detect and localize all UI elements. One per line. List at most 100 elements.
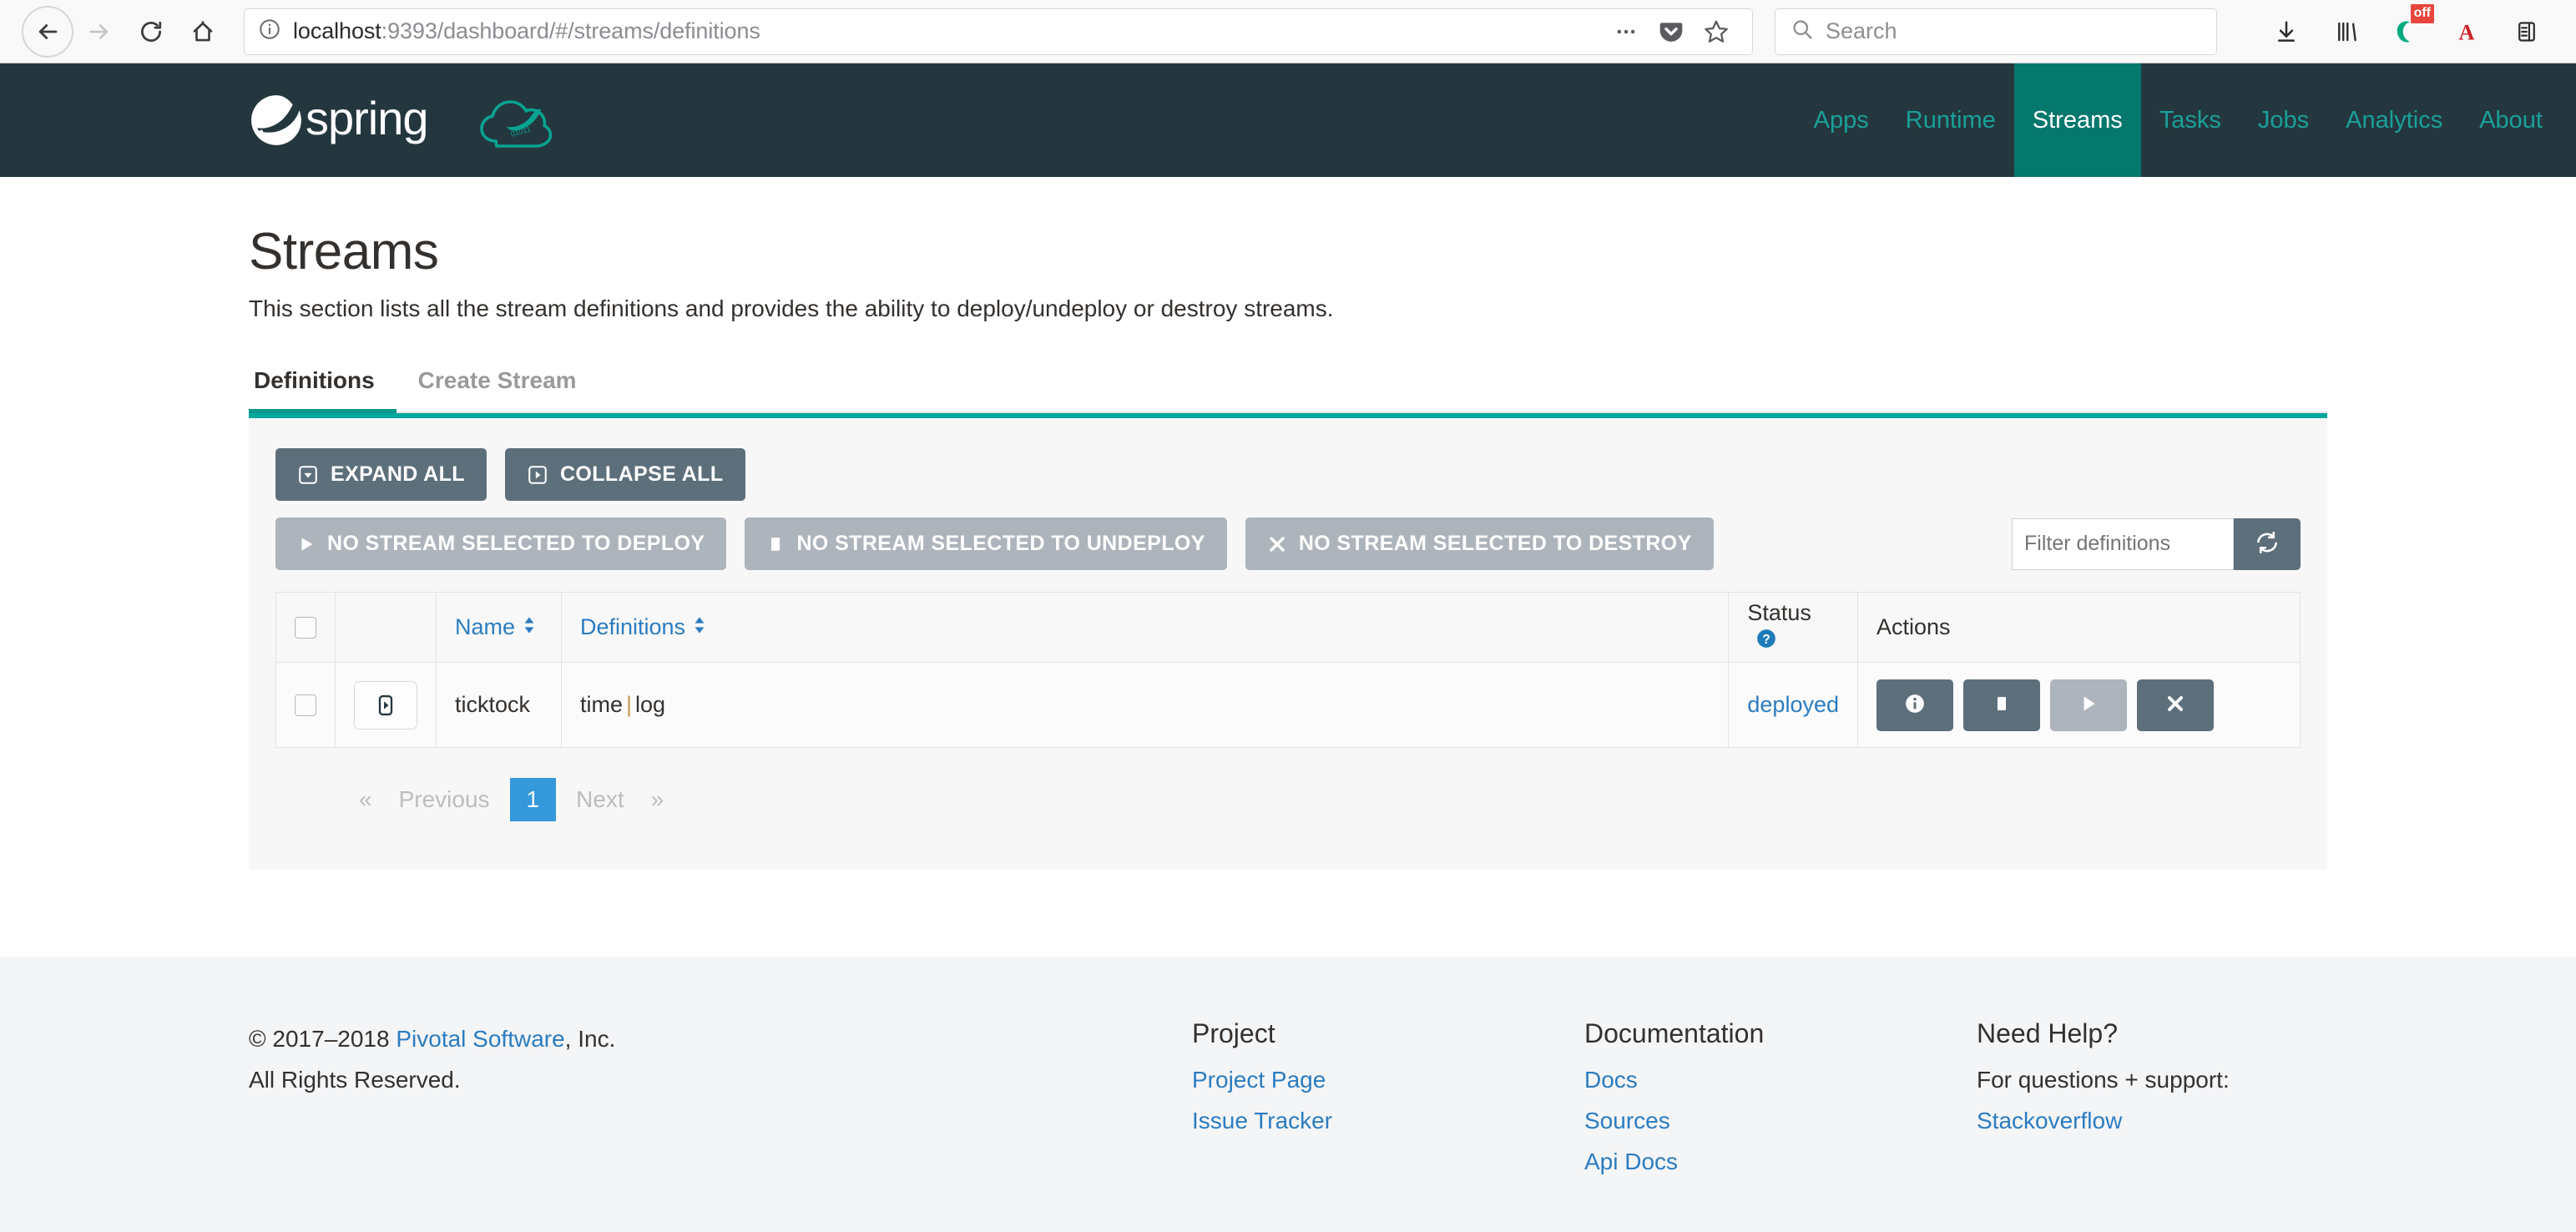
browser-toolbar: localhost:9393/dashboard/#/streams/defin… — [0, 0, 2576, 63]
caret-square-down-icon — [297, 464, 319, 486]
site-info-icon[interactable] — [258, 18, 281, 45]
forward-button[interactable] — [73, 6, 125, 58]
select-all-checkbox[interactable] — [295, 616, 316, 639]
spring-logo[interactable]: spring 01011 — [249, 63, 561, 177]
reader-sidebar-icon[interactable] — [2508, 9, 2546, 54]
library-icon[interactable] — [2327, 9, 2366, 54]
primary-navigation: Apps Runtime Streams Tasks Jobs Analytic… — [1796, 63, 2576, 177]
pagination-first[interactable]: « — [346, 778, 386, 821]
search-icon — [1791, 18, 1814, 45]
footer-link-api-docs[interactable]: Api Docs — [1584, 1141, 1977, 1182]
play-icon — [2078, 693, 2099, 717]
row-status-cell: deployed — [1728, 662, 1858, 749]
url-text: localhost:9393/dashboard/#/streams/defin… — [293, 18, 1604, 44]
filter-definitions-input[interactable] — [2012, 518, 2234, 570]
search-bar[interactable]: Search — [1775, 8, 2217, 55]
pagination-previous[interactable]: Previous — [386, 778, 503, 821]
nav-item-apps[interactable]: Apps — [1796, 63, 1887, 177]
pagination-last[interactable]: » — [638, 778, 678, 821]
copyright-suffix: , Inc. — [564, 1026, 616, 1053]
rights-line: All Rights Reserved. — [249, 1067, 461, 1093]
footer-link-docs[interactable]: Docs — [1584, 1059, 1977, 1100]
sort-icon — [522, 615, 537, 641]
search-input[interactable]: Search — [1826, 18, 1897, 44]
definitions-column-header[interactable]: Definitions — [560, 592, 1730, 664]
footer-heading-project: Project — [1192, 1018, 1275, 1049]
nav-item-analytics[interactable]: Analytics — [2327, 63, 2461, 177]
table-row: ticktock time | log deployed — [275, 662, 2301, 749]
help-circle-icon[interactable]: ? — [1755, 628, 1777, 655]
status-badge[interactable]: deployed — [1747, 692, 1839, 717]
row-actions-cell — [1857, 662, 2301, 749]
page-content: Streams This section lists all the strea… — [0, 223, 2576, 871]
page-actions-icon[interactable] — [1604, 9, 1649, 54]
definitions-panel: EXPAND ALL COLLAPSE ALL NO STREAM SELECT… — [249, 413, 2327, 871]
caret-square-right-icon — [378, 694, 393, 715]
select-all-header — [275, 592, 336, 664]
bookmark-star-icon[interactable] — [1694, 9, 1739, 54]
footer-link-issue-tracker[interactable]: Issue Tracker — [1192, 1100, 1584, 1141]
collapse-all-label: COLLAPSE ALL — [559, 462, 724, 487]
page-title: Streams — [249, 223, 439, 280]
row-destroy-button[interactable] — [2137, 679, 2214, 731]
reload-button[interactable] — [125, 6, 177, 58]
stream-definitions-table: Name Definitions Status? Actions ticktoc… — [275, 592, 2301, 749]
tab-create-stream[interactable]: Create Stream — [397, 367, 599, 413]
pivotal-software-link[interactable]: Pivotal Software — [396, 1026, 564, 1052]
nav-item-runtime[interactable]: Runtime — [1887, 63, 2014, 177]
footer-link-sources[interactable]: Sources — [1584, 1100, 1977, 1141]
filter-group — [2012, 518, 2301, 570]
footer-column-project: Project Project Page Issue Tracker — [1192, 1018, 1584, 1182]
downloads-icon[interactable] — [2267, 9, 2306, 54]
svg-text:?: ? — [1763, 633, 1771, 647]
refresh-icon — [2255, 530, 2280, 558]
nav-item-tasks[interactable]: Tasks — [2141, 63, 2240, 177]
svg-text:A: A — [2459, 20, 2475, 44]
deploy-selected-label: NO STREAM SELECTED TO DEPLOY — [327, 532, 705, 556]
expand-collapse-row: EXPAND ALL COLLAPSE ALL — [275, 448, 2301, 502]
pagination-page-1[interactable]: 1 — [509, 778, 557, 822]
tab-definitions[interactable]: Definitions — [249, 367, 397, 414]
pagination-next[interactable]: Next — [563, 778, 638, 821]
actions-column-header: Actions — [1857, 592, 2301, 664]
footer-link-project-page[interactable]: Project Page — [1192, 1059, 1584, 1100]
spring-wordmark: spring — [306, 92, 429, 144]
status-header-label: Status — [1747, 599, 1811, 625]
undeploy-selected-label: NO STREAM SELECTED TO UNDEPLOY — [796, 532, 1205, 556]
definition-source: time — [580, 692, 624, 718]
ghostery-icon[interactable]: off — [2387, 3, 2434, 54]
expand-all-label: EXPAND ALL — [331, 462, 465, 487]
collapse-all-button[interactable]: COLLAPSE ALL — [504, 448, 745, 502]
expand-all-button[interactable]: EXPAND ALL — [275, 448, 487, 502]
home-button[interactable] — [177, 6, 229, 58]
row-select-cell — [275, 662, 336, 749]
footer-spacer — [0, 870, 2576, 957]
copyright-line: © 2017–2018 Pivotal Software, Inc. — [249, 1018, 615, 1059]
row-checkbox[interactable] — [295, 694, 316, 716]
destroy-selected-label: NO STREAM SELECTED TO DESTROY — [1298, 532, 1692, 556]
nav-item-jobs[interactable]: Jobs — [2240, 63, 2327, 177]
row-name-cell: ticktock — [436, 662, 562, 749]
stop-square-icon — [1992, 693, 2012, 717]
spring-cloud-icon: 01011 — [480, 100, 553, 148]
adblock-a-icon[interactable]: A — [2447, 9, 2486, 54]
status-column-header: Status? — [1728, 592, 1858, 664]
address-bar[interactable]: localhost:9393/dashboard/#/streams/defin… — [244, 8, 1753, 55]
name-column-header[interactable]: Name — [436, 592, 562, 664]
row-info-button[interactable] — [1876, 679, 1953, 731]
footer-link-stackoverflow[interactable]: Stackoverflow — [1977, 1100, 2327, 1141]
deploy-selected-button: NO STREAM SELECTED TO DEPLOY — [275, 518, 727, 571]
row-expand-button[interactable] — [354, 680, 417, 730]
svg-text:spring: spring — [306, 92, 428, 144]
nav-item-about[interactable]: About — [2461, 63, 2576, 177]
back-button[interactable] — [22, 5, 73, 58]
footer-column-documentation: Documentation Docs Sources Api Docs — [1584, 1018, 1977, 1182]
row-definition-cell: time | log — [560, 662, 1730, 749]
row-undeploy-button[interactable] — [1963, 679, 2040, 731]
refresh-button[interactable] — [2234, 518, 2301, 570]
table-header-row: Name Definitions Status? Actions — [275, 592, 2301, 664]
undeploy-selected-button: NO STREAM SELECTED TO UNDEPLOY — [745, 518, 1227, 571]
pocket-icon[interactable] — [1649, 9, 1694, 54]
app-navbar: spring 01011 Apps Runtime Streams Tasks … — [0, 63, 2576, 177]
nav-item-streams[interactable]: Streams — [2013, 63, 2141, 177]
